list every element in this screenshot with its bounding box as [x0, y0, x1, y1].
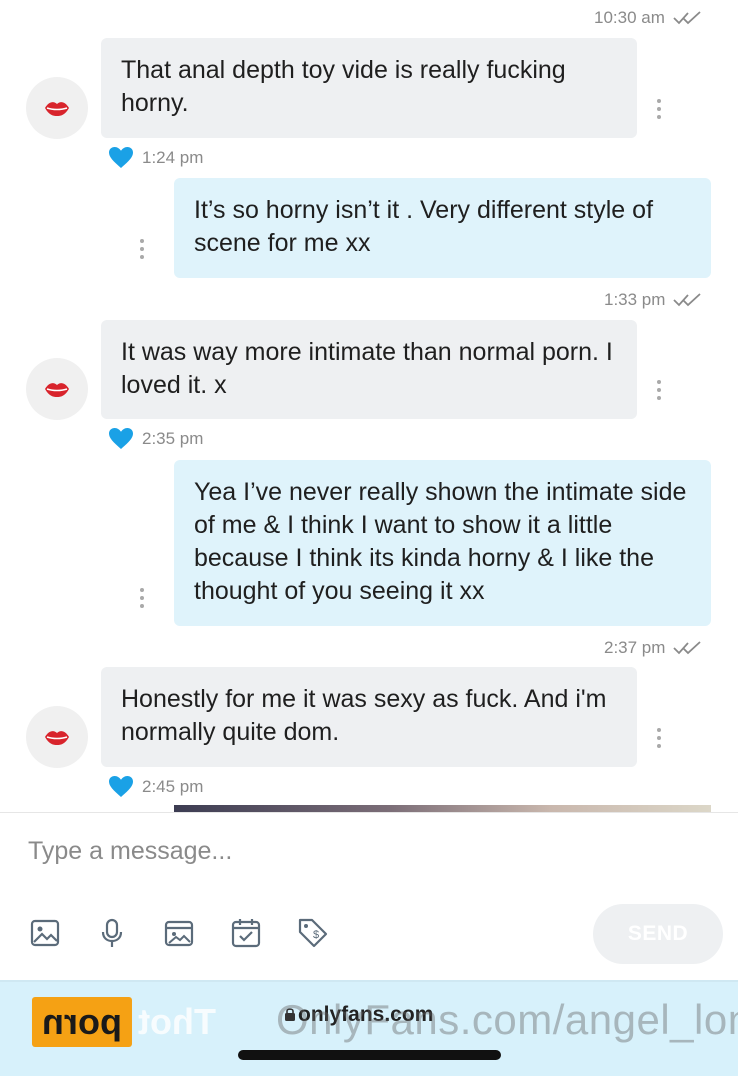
message-status: 2:35 pm: [108, 427, 203, 450]
message-text: Honestly for me it was sexy as fuck. And…: [121, 685, 607, 746]
message-options-icon[interactable]: [656, 728, 662, 748]
lips-icon: [45, 383, 69, 397]
message-bubble-incoming[interactable]: It was way more intimate than normal por…: [101, 320, 637, 419]
watermark-url: OnlyFans.com/angel_long: [276, 996, 738, 1043]
message-time: 2:35 pm: [142, 428, 204, 448]
chat-thread[interactable]: 10:30 am That anal depth toy vide is rea…: [0, 0, 738, 812]
send-button[interactable]: SEND: [593, 904, 723, 964]
schedule-icon[interactable]: [227, 914, 265, 952]
message-text: It’s so horny isn’t it . Very different …: [194, 196, 654, 257]
message-status: 2:45 pm: [108, 775, 203, 798]
avatar[interactable]: [26, 77, 88, 139]
message-status: 1:33 pm: [604, 290, 703, 310]
lips-icon: [45, 731, 69, 745]
double-check-icon: [673, 641, 702, 655]
message-bubble-incoming[interactable]: That anal depth toy vide is really fucki…: [101, 38, 637, 138]
microphone-icon[interactable]: [93, 914, 131, 952]
message-time: 10:30 am: [594, 8, 665, 27]
heart-icon[interactable]: [108, 427, 134, 450]
lips-icon: [45, 102, 69, 116]
message-options-icon[interactable]: [656, 380, 662, 400]
message-input[interactable]: [14, 826, 738, 876]
watermark-word: Thot: [137, 1001, 216, 1042]
message-text: Yea I’ve never really shown the intimate…: [194, 478, 687, 605]
message-bubble-outgoing[interactable]: It’s so horny isn’t it . Very different …: [174, 178, 711, 278]
divider: [0, 812, 738, 813]
message-bubble-incoming[interactable]: Honestly for me it was sexy as fuck. And…: [101, 667, 637, 767]
message-time: 1:33 pm: [604, 290, 666, 309]
watermark-badge: porn: [32, 997, 132, 1047]
message-text: It was way more intimate than normal por…: [121, 338, 613, 399]
avatar[interactable]: [26, 358, 88, 420]
message-options-icon[interactable]: [656, 99, 662, 119]
home-indicator[interactable]: [238, 1050, 501, 1060]
message-status: 1:24 pm: [108, 146, 203, 169]
heart-icon[interactable]: [108, 775, 134, 798]
message-status: 2:37 pm: [604, 638, 703, 658]
media-vault-icon[interactable]: [160, 914, 198, 952]
media-preview[interactable]: [174, 805, 711, 812]
double-check-icon: [673, 293, 702, 307]
message-options-icon[interactable]: [139, 588, 145, 608]
message-options-icon[interactable]: [139, 239, 145, 259]
price-tag-icon[interactable]: $: [294, 914, 332, 952]
message-bubble-outgoing[interactable]: Yea I’ve never really shown the intimate…: [174, 460, 711, 626]
avatar[interactable]: [26, 706, 88, 768]
message-status: 10:30 am: [594, 8, 703, 28]
image-icon[interactable]: [26, 914, 64, 952]
svg-text:$: $: [313, 929, 319, 941]
double-check-icon: [673, 11, 701, 25]
heart-icon[interactable]: [108, 146, 134, 169]
watermark-logo: porn Thot: [32, 997, 216, 1047]
message-time: 1:24 pm: [142, 147, 204, 167]
message-text: That anal depth toy vide is really fucki…: [121, 56, 566, 117]
message-time: 2:37 pm: [604, 638, 666, 657]
message-time: 2:45 pm: [142, 776, 204, 796]
